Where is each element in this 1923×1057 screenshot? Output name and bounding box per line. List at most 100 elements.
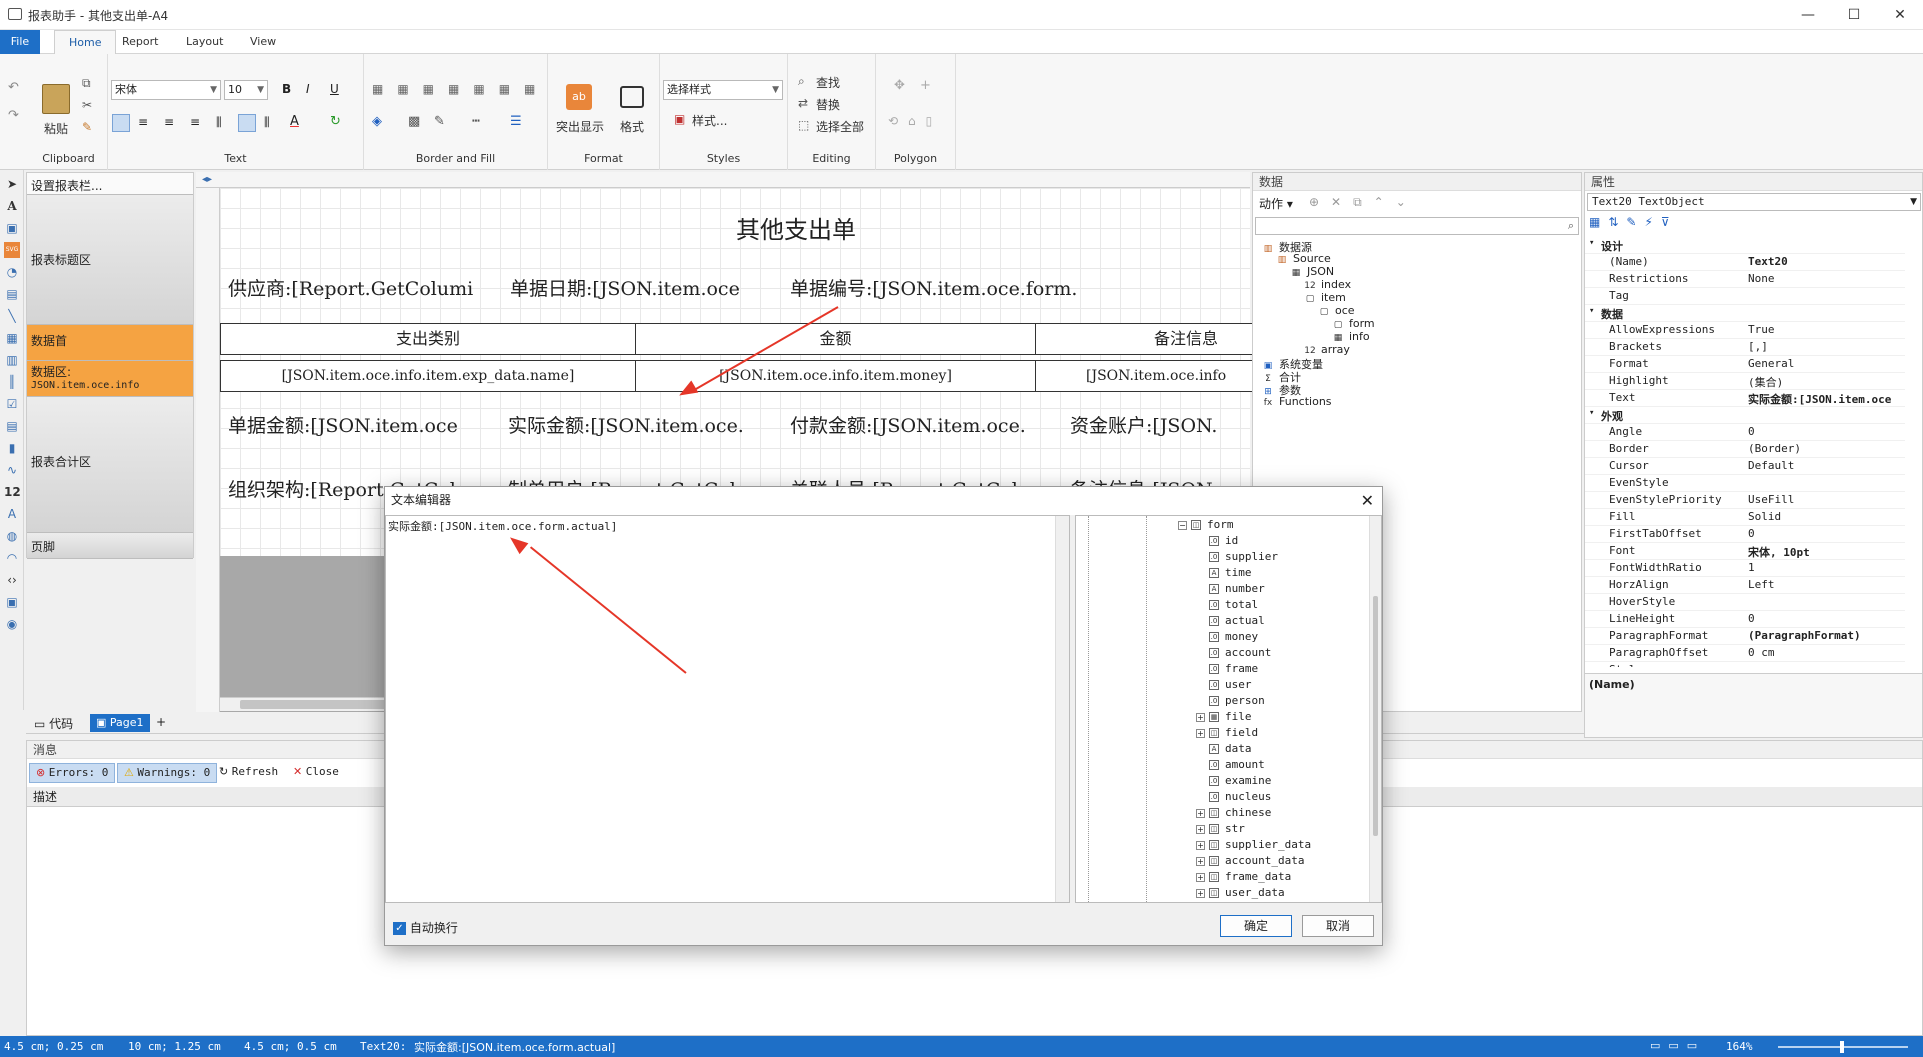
property-category[interactable]: 外观 ▾: [1585, 407, 1905, 424]
expand-icon[interactable]: +: [1196, 808, 1205, 818]
cell-text-icon[interactable]: A: [4, 506, 20, 522]
property-row[interactable]: Text 实际金额:[JSON.item.oce: [1585, 390, 1905, 407]
property-category[interactable]: 数据 ▾: [1585, 305, 1905, 322]
band-report-title[interactable]: 报表标题区: [27, 195, 193, 325]
field-item[interactable]: .0 total: [1196, 598, 1258, 611]
data-tree-item[interactable]: fx Functions: [1261, 395, 1332, 408]
digital-signature-icon[interactable]: ▣: [4, 594, 20, 610]
property-row[interactable]: HorzAlign Left: [1585, 577, 1905, 594]
expression-editor[interactable]: 实际金额:[JSON.item.oce.form.actual]: [385, 515, 1070, 903]
property-row[interactable]: AllowExpressions True: [1585, 322, 1905, 339]
table-header-amount[interactable]: 金额: [635, 323, 1036, 355]
wrap-toggle[interactable]: ✓ 自动换行: [393, 919, 458, 936]
scrollbar-thumb[interactable]: [1373, 596, 1378, 836]
fill-style-icon[interactable]: ▩: [408, 114, 420, 129]
format-icon[interactable]: [620, 86, 644, 108]
field-item[interactable]: − ◫ form: [1178, 518, 1234, 531]
data-tree-item[interactable]: ▢ oce: [1317, 304, 1355, 317]
paste-button[interactable]: 粘贴: [44, 120, 68, 137]
field-item[interactable]: Anumber: [1196, 582, 1265, 595]
find-button[interactable]: 查找: [816, 74, 840, 91]
tab-report[interactable]: Report: [108, 30, 172, 54]
expand-icon[interactable]: +: [1196, 712, 1205, 722]
undo-icon[interactable]: ↶: [8, 80, 19, 95]
add-point-icon[interactable]: +: [920, 78, 931, 93]
subreport-icon[interactable]: ▤: [4, 286, 20, 302]
expand-icon[interactable]: +: [1196, 872, 1205, 882]
property-row[interactable]: EvenStyle: [1585, 475, 1905, 492]
format-painter-icon[interactable]: ✎: [82, 120, 92, 134]
line-color-icon[interactable]: ✎: [434, 114, 445, 129]
property-row[interactable]: FirstTabOffset 0: [1585, 526, 1905, 543]
tab-code[interactable]: ▭ 代码: [34, 715, 73, 732]
property-row[interactable]: ParagraphFormat (ParagraphFormat): [1585, 628, 1905, 645]
property-row[interactable]: HoverStyle: [1585, 594, 1905, 611]
polygon-tools-icon[interactable]: ⟲⌂▯: [888, 114, 942, 128]
map-icon[interactable]: ◍: [4, 528, 20, 544]
copy-icon[interactable]: ⧉: [82, 76, 91, 91]
align-center-icon[interactable]: ≡: [138, 115, 148, 129]
property-row[interactable]: FontWidthRatio 1: [1585, 560, 1905, 577]
property-row[interactable]: Highlight (集合): [1585, 373, 1905, 390]
tab-layout[interactable]: Layout: [172, 30, 237, 54]
number-field[interactable]: 单据编号:[JSON.item.oce.form.: [790, 274, 1077, 301]
field-item[interactable]: + ◫ str: [1196, 822, 1245, 835]
maximize-button[interactable]: ☐: [1831, 0, 1877, 30]
line-style-icon[interactable]: ┅: [472, 114, 480, 129]
align-bottom-icon[interactable]: ⫼: [264, 115, 270, 130]
property-value[interactable]: 宋体, 10pt: [1748, 544, 1903, 560]
data-tree-item[interactable]: ▥ Source: [1275, 252, 1331, 265]
property-value[interactable]: (Border): [1748, 442, 1903, 455]
property-row[interactable]: Tag: [1585, 288, 1905, 305]
property-row[interactable]: Brackets [,]: [1585, 339, 1905, 356]
underline-icon[interactable]: U: [330, 82, 339, 96]
field-item[interactable]: + ▦ file: [1196, 710, 1252, 723]
pointer-icon[interactable]: ➤: [4, 176, 20, 192]
text-object-icon[interactable]: A: [4, 198, 20, 214]
chevron-down-icon[interactable]: ▾: [1589, 238, 1594, 248]
property-value[interactable]: [,]: [1748, 340, 1903, 353]
svg-icon[interactable]: SVG: [4, 242, 20, 258]
expand-icon[interactable]: +: [1196, 840, 1205, 850]
paste-icon[interactable]: [42, 84, 70, 114]
table-cell-category[interactable]: [JSON.item.oce.info.item.exp_data.name]: [220, 360, 636, 392]
field-item[interactable]: .0 nucleus: [1196, 790, 1271, 803]
chevron-down-icon[interactable]: ▾: [1589, 306, 1594, 316]
field-item[interactable]: Atime: [1196, 566, 1252, 579]
dialog-close-icon[interactable]: ✕: [1361, 491, 1374, 510]
chart-icon[interactable]: ▮: [4, 440, 20, 456]
payment-amount-field[interactable]: 付款金额:[JSON.item.oce.: [790, 411, 1026, 438]
warnings-filter[interactable]: ⚠ Warnings: 0: [117, 763, 218, 783]
property-value[interactable]: 实际金额:[JSON.item.oce: [1748, 391, 1903, 407]
editor-scrollbar[interactable]: [1055, 516, 1069, 902]
font-size-select[interactable]: 10 ▼: [224, 80, 268, 100]
checkbox-checked-icon[interactable]: ✓: [393, 922, 406, 935]
properties-toolbar-icons[interactable]: ▦⇅✎⚡⊽: [1589, 215, 1678, 229]
property-value[interactable]: 1: [1748, 561, 1903, 574]
field-item[interactable]: .0 amount: [1196, 758, 1265, 771]
font-family-select[interactable]: 宋体 ▼: [111, 80, 221, 100]
cancel-button[interactable]: 取消: [1302, 915, 1374, 937]
camera-icon[interactable]: ◉: [4, 616, 20, 632]
data-tree-item[interactable]: ▦ JSON: [1289, 265, 1334, 278]
actual-amount-field[interactable]: 实际金额:[JSON.item.oce.: [508, 411, 744, 438]
data-tree-item[interactable]: 12 array: [1303, 343, 1350, 356]
property-value[interactable]: Solid: [1748, 510, 1903, 523]
redo-icon[interactable]: ↷: [8, 108, 19, 123]
property-value[interactable]: (ParagraphFormat): [1748, 629, 1903, 642]
style-select[interactable]: 选择样式 ▼: [663, 80, 783, 100]
property-value[interactable]: 0: [1748, 527, 1903, 540]
line-icon[interactable]: ╲: [4, 308, 20, 324]
report-title[interactable]: 其他支出单: [736, 210, 856, 245]
checkbox-icon[interactable]: ☑: [4, 396, 20, 412]
format-button[interactable]: 格式: [620, 118, 644, 135]
zoom-slider-thumb[interactable]: [1840, 1041, 1844, 1053]
picture-icon[interactable]: ▣: [4, 220, 20, 236]
italic-icon[interactable]: I: [306, 82, 310, 96]
property-value[interactable]: None: [1748, 272, 1903, 285]
property-value[interactable]: (集合): [1748, 374, 1903, 390]
rotate-icon[interactable]: ↻: [330, 114, 341, 129]
align-right-icon[interactable]: ≡: [164, 115, 174, 129]
date-field[interactable]: 单据日期:[JSON.item.oce: [510, 274, 740, 301]
property-value[interactable]: 0: [1748, 612, 1903, 625]
